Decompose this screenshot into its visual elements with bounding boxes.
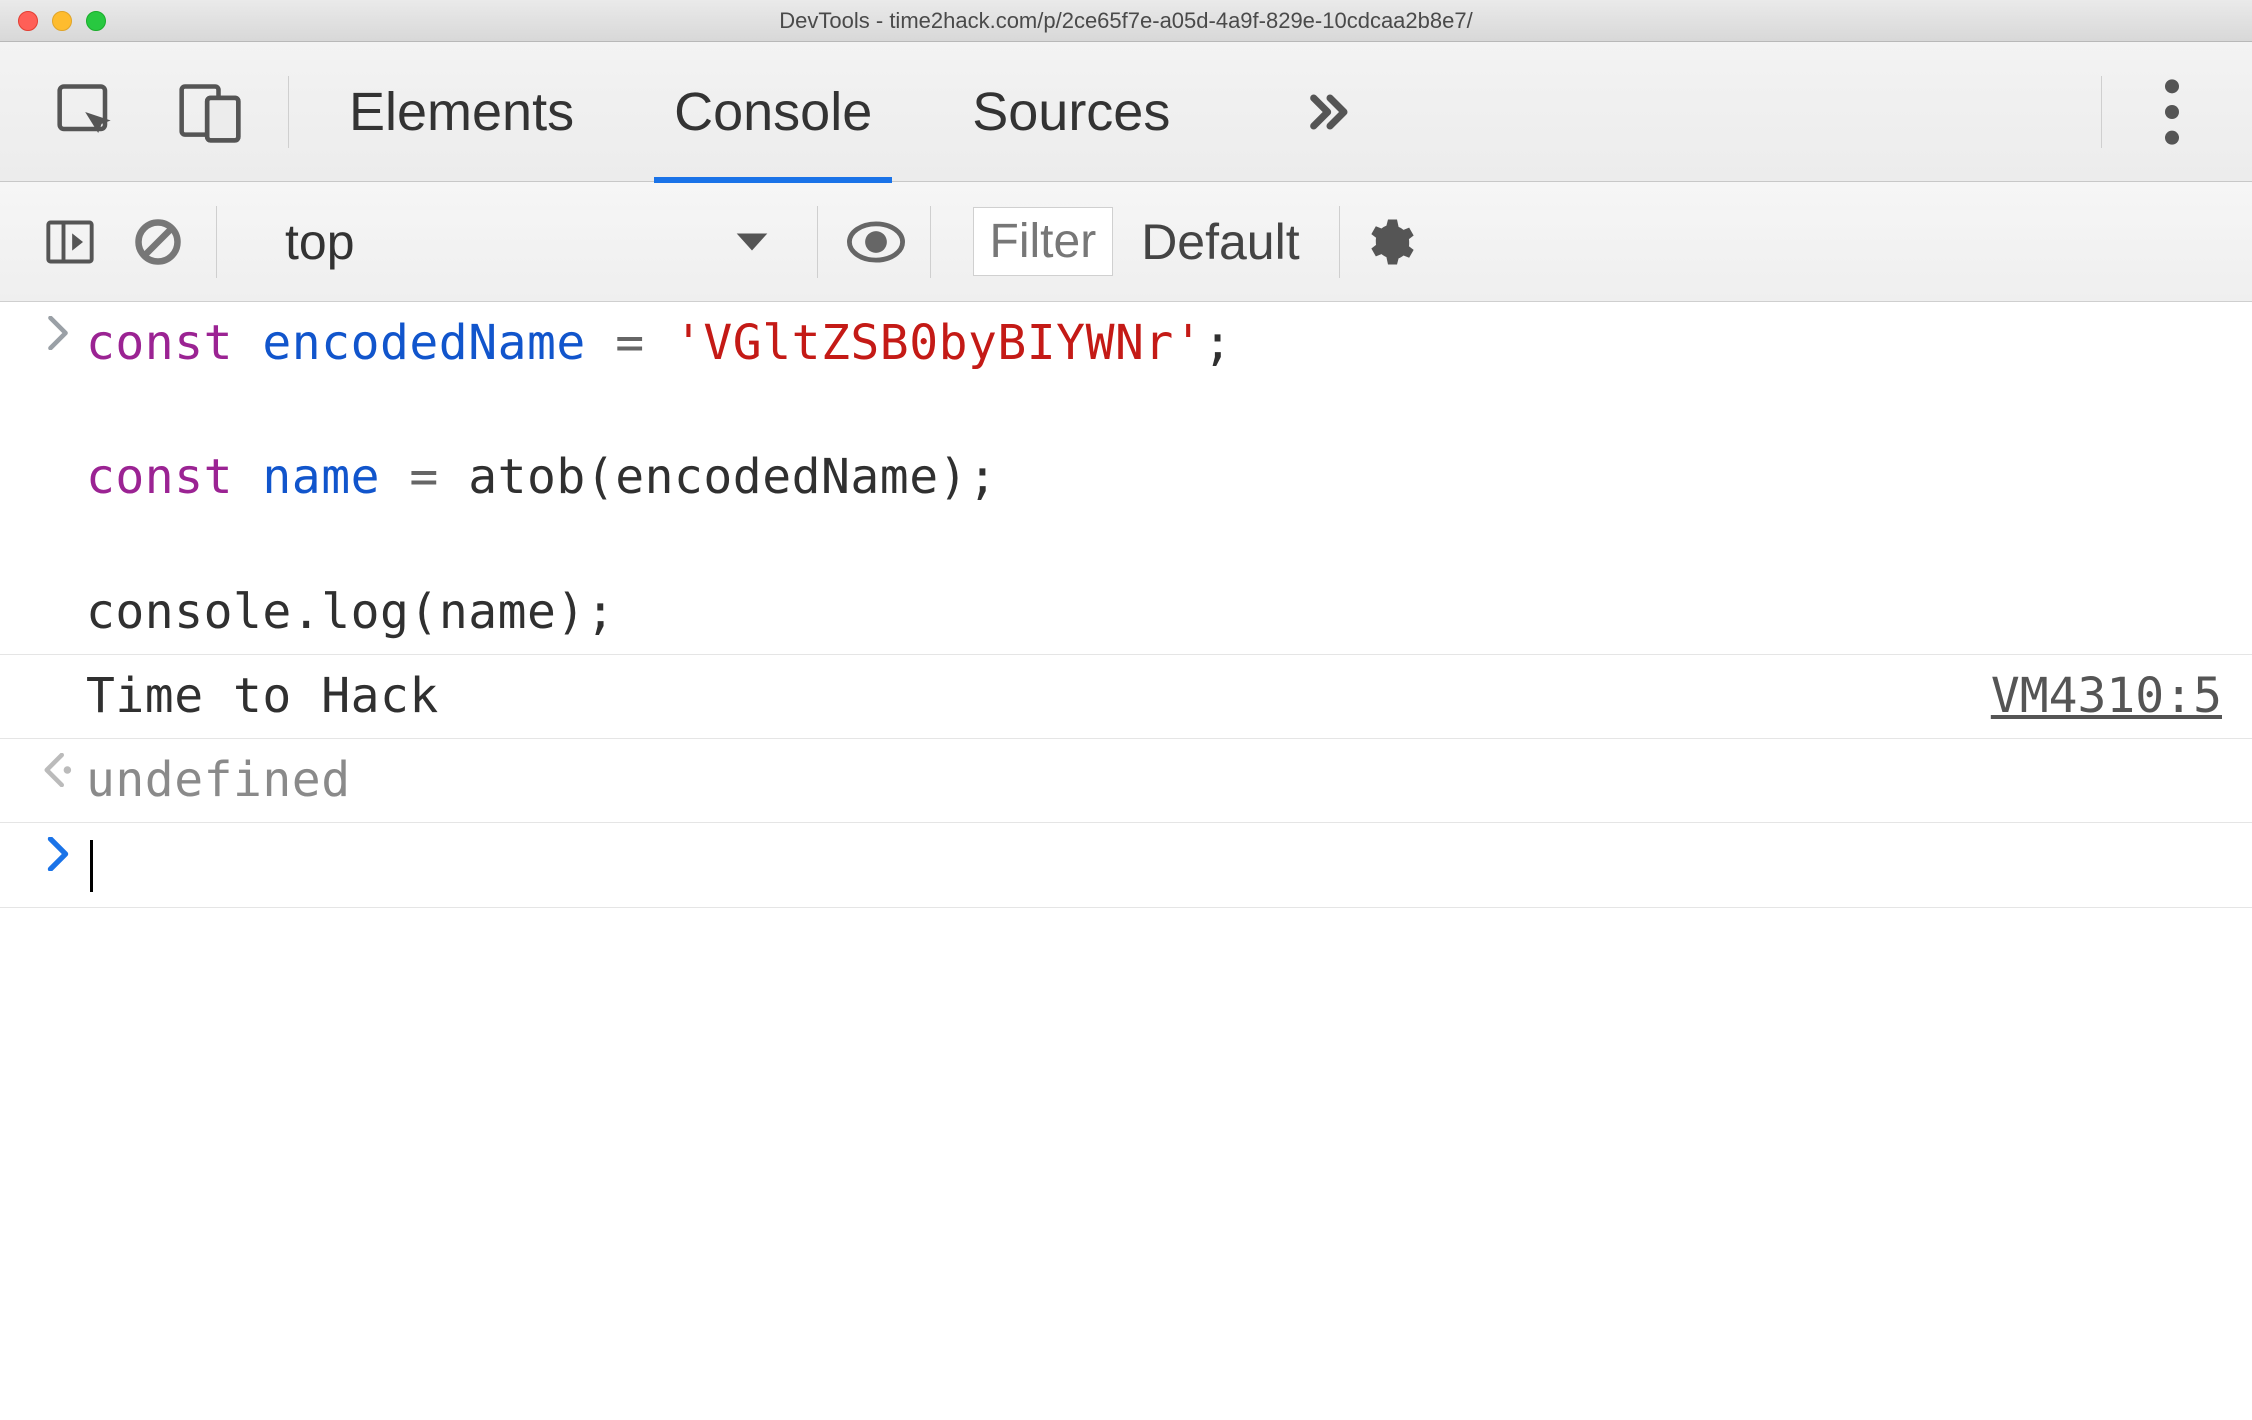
live-expression-icon[interactable]	[846, 212, 906, 272]
divider	[930, 206, 931, 278]
inspect-element-icon[interactable]	[48, 72, 128, 152]
console-output: const encodedName = 'VGltZSB0byBIYWNr'; …	[0, 302, 2252, 908]
device-toolbar-icon[interactable]	[170, 72, 250, 152]
tab-console[interactable]: Console	[664, 42, 882, 182]
tab-elements[interactable]: Elements	[339, 42, 584, 182]
window-title: DevTools - time2hack.com/p/2ce65f7e-a05d…	[0, 8, 2252, 34]
console-toolbar: top Filter Default	[0, 182, 2252, 302]
close-window-icon[interactable]	[18, 11, 38, 31]
divider	[1339, 206, 1340, 278]
minimize-window-icon[interactable]	[52, 11, 72, 31]
left-tool-group	[0, 72, 278, 152]
divider	[288, 76, 289, 148]
token-keyword: const	[86, 315, 233, 371]
console-input-entry: const encodedName = 'VGltZSB0byBIYWNr'; …	[0, 302, 2252, 654]
filter-input[interactable]: Filter	[973, 207, 1114, 276]
divider	[216, 206, 217, 278]
return-value: undefined	[86, 747, 2222, 814]
context-label: top	[285, 213, 355, 271]
prompt-icon	[30, 831, 86, 871]
chevron-down-icon	[735, 230, 769, 254]
toggle-sidebar-icon[interactable]	[40, 212, 100, 272]
log-levels-selector[interactable]: Default	[1141, 213, 1311, 271]
console-log-entry: Time to Hack VM4310:5	[0, 654, 2252, 738]
tab-label: Elements	[349, 81, 574, 143]
window-titlebar: DevTools - time2hack.com/p/2ce65f7e-a05d…	[0, 0, 2252, 42]
divider	[817, 206, 818, 278]
token-ident: encodedName	[262, 315, 585, 371]
log-source-link[interactable]: VM4310:5	[1961, 663, 2222, 730]
console-settings-icon[interactable]	[1358, 212, 1418, 272]
clear-console-icon[interactable]	[128, 212, 188, 272]
token-keyword: const	[86, 449, 233, 505]
tab-sources[interactable]: Sources	[962, 42, 1180, 182]
tab-label: Sources	[972, 81, 1170, 143]
console-active-prompt[interactable]	[0, 822, 2252, 907]
right-tool-group	[2091, 72, 2252, 152]
console-return-entry: undefined	[0, 738, 2252, 822]
return-arrow-icon	[30, 747, 86, 787]
more-tabs-icon[interactable]	[1290, 72, 1370, 152]
token-string: 'VGltZSB0byBIYWNr'	[674, 315, 1203, 371]
panel-tabs: Elements Console Sources	[339, 42, 1370, 182]
divider	[2101, 76, 2102, 148]
prompt-input[interactable]	[86, 831, 2222, 898]
log-gutter	[30, 663, 86, 669]
log-text: Time to Hack	[86, 663, 1961, 730]
token-ident: name	[262, 449, 380, 505]
tab-label: Console	[674, 81, 872, 143]
levels-label: Default	[1141, 214, 1299, 270]
input-prompt-icon	[30, 310, 86, 350]
traffic-lights	[18, 11, 106, 31]
filter-placeholder: Filter	[990, 215, 1097, 268]
console-code[interactable]: const encodedName = 'VGltZSB0byBIYWNr'; …	[86, 310, 2222, 646]
maximize-window-icon[interactable]	[86, 11, 106, 31]
execution-context-selector[interactable]: top	[265, 213, 789, 271]
kebab-menu-icon[interactable]	[2132, 72, 2212, 152]
devtools-tabbar: Elements Console Sources	[0, 42, 2252, 182]
text-cursor	[90, 840, 93, 892]
